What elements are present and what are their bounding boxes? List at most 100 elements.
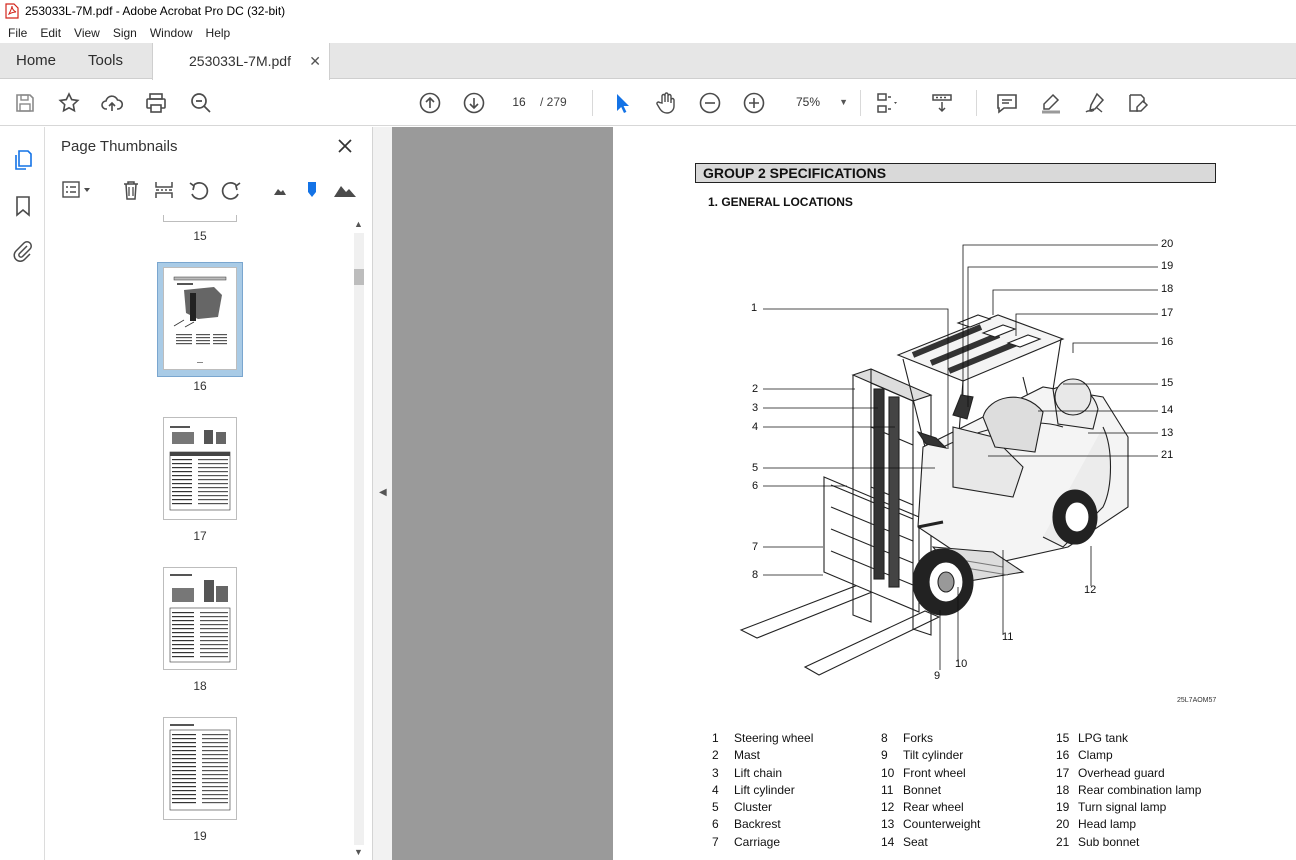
page-thumbnail[interactable]	[163, 267, 237, 370]
thumbnail-tools	[45, 171, 373, 207]
page-thumbnail[interactable]	[163, 717, 237, 820]
draw-sign-icon[interactable]	[1083, 91, 1107, 115]
legend-number: 6	[712, 817, 719, 832]
menu-help[interactable]: Help	[199, 26, 237, 40]
legend-label: Overhead guard	[1078, 765, 1165, 780]
page-thumbnail[interactable]	[163, 567, 237, 670]
callout-number: 8	[752, 569, 759, 581]
legend-label: Clamp	[1078, 748, 1113, 763]
thumbnail-options-icon[interactable]	[61, 179, 91, 201]
callout-number: 1	[751, 302, 758, 314]
page-fit-icon[interactable]	[875, 91, 899, 115]
select-cursor-icon[interactable]	[610, 91, 634, 115]
menu-bar: File Edit View Sign Window Help	[0, 22, 1296, 43]
tab-document-label: 253033L-7M.pdf	[189, 53, 291, 69]
menu-sign[interactable]: Sign	[106, 26, 143, 40]
rotate-right-icon[interactable]	[221, 179, 243, 201]
document-view[interactable]: GROUP 2 SPECIFICATIONS 1. GENERAL LOCATI…	[392, 127, 1296, 860]
rotate-left-icon[interactable]	[187, 179, 209, 201]
acrobat-window: 253033L-7M.pdf - Adobe Acrobat Pro DC (3…	[0, 0, 1296, 860]
callout-number: 19	[1161, 260, 1174, 272]
menu-window[interactable]: Window	[143, 26, 199, 40]
toolbar-divider	[860, 90, 861, 116]
legend-number: 15	[1056, 731, 1070, 745]
legend-label: Rear combination lamp	[1078, 782, 1202, 797]
legend-label: LPG tank	[1078, 731, 1129, 745]
thumbnail-page-number: 16	[193, 379, 207, 393]
legend-number: 14	[881, 834, 895, 849]
legend-number: 20	[1056, 817, 1070, 832]
close-tab-icon[interactable]: ✕	[309, 43, 321, 79]
legend-number: 3	[712, 765, 719, 780]
page-thumbnails-panel: Page Thumbnails 15 16 17 18 19 ▲ ▼	[45, 127, 373, 860]
legend-number: 21	[1056, 834, 1070, 849]
toolbar-divider	[592, 90, 593, 116]
tab-document[interactable]: 253033L-7M.pdf ✕	[152, 43, 330, 80]
legend-number: 11	[881, 782, 894, 797]
legend-label: Counterweight	[903, 817, 981, 832]
fill-and-sign-icon[interactable]	[1126, 91, 1150, 115]
thumbnail-page-number: 17	[193, 529, 207, 543]
callout-number: 14	[1161, 404, 1174, 416]
upload-cloud-icon[interactable]	[100, 91, 124, 115]
thumbnail-list: 15 16 17 18 19	[45, 215, 350, 860]
legend-number: 2	[712, 748, 719, 763]
callout-number: 10	[955, 658, 968, 670]
hand-tool-icon[interactable]	[654, 91, 678, 115]
save-icon[interactable]	[13, 91, 37, 115]
thumbnail-size-large-icon[interactable]	[333, 179, 356, 201]
page-thumbnails-icon[interactable]	[11, 148, 35, 172]
tab-home[interactable]: Home	[16, 43, 56, 79]
window-title: 253033L-7M.pdf - Adobe Acrobat Pro DC (3…	[25, 4, 286, 18]
callout-number: 16	[1161, 336, 1174, 348]
toolbar-divider	[976, 90, 977, 116]
comment-icon[interactable]	[995, 91, 1019, 115]
scroll-up-icon[interactable]: ▲	[354, 219, 363, 229]
zoom-in-icon[interactable]	[742, 91, 766, 115]
page-number-input[interactable]: 16	[503, 89, 535, 115]
legend-label: Head lamp	[1078, 817, 1137, 832]
bookmarks-icon[interactable]	[11, 194, 35, 218]
zoom-value: 75%	[796, 95, 821, 109]
legend-number: 10	[881, 765, 895, 780]
page-thumbnail[interactable]	[163, 215, 237, 222]
attachments-icon[interactable]	[11, 239, 35, 263]
scrollbar-track[interactable]	[354, 233, 364, 845]
scrollbar-thumb[interactable]	[354, 269, 364, 285]
insert-page-icon[interactable]	[153, 179, 175, 201]
legend-label: Turn signal lamp	[1078, 800, 1167, 815]
legend-label: Lift chain	[734, 765, 783, 780]
legend-label: Front wheel	[903, 765, 966, 780]
menu-edit[interactable]: Edit	[33, 26, 67, 40]
legend-label: Forks	[903, 731, 933, 745]
thumbnail-size-slider-icon[interactable]	[301, 179, 323, 201]
previous-page-icon[interactable]	[418, 91, 442, 115]
zoom-search-icon[interactable]	[189, 91, 213, 115]
tab-bar: Home Tools 253033L-7M.pdf ✕	[0, 43, 1296, 80]
callout-number: 4	[752, 421, 759, 433]
callout-number: 21	[1161, 449, 1174, 461]
delete-page-icon[interactable]	[120, 179, 142, 201]
zoom-out-icon[interactable]	[698, 91, 722, 115]
callout-number: 12	[1084, 584, 1097, 596]
scroll-mode-icon[interactable]	[930, 91, 954, 115]
scroll-down-icon[interactable]: ▼	[354, 847, 363, 857]
zoom-select[interactable]: 75% ▼	[784, 89, 854, 115]
callout-number: 3	[752, 402, 759, 414]
menu-file[interactable]: File	[1, 26, 33, 40]
bookmark-star-icon[interactable]	[57, 91, 81, 115]
callout-number: 15	[1161, 377, 1174, 389]
highlight-pen-icon[interactable]	[1039, 91, 1063, 115]
close-panel-icon[interactable]	[335, 136, 355, 156]
thumbnail-page-number: 19	[193, 829, 207, 843]
thumbnail-size-small-icon[interactable]	[269, 179, 291, 201]
print-icon[interactable]	[144, 91, 168, 115]
tab-tools[interactable]: Tools	[88, 43, 123, 79]
legend-label: Seat	[903, 834, 928, 849]
panel-splitter[interactable]: ◀	[373, 127, 392, 860]
thumbnail-scrollbar[interactable]: ▲ ▼	[350, 219, 368, 860]
next-page-icon[interactable]	[462, 91, 486, 115]
menu-view[interactable]: View	[67, 26, 106, 40]
page-thumbnail[interactable]	[163, 417, 237, 520]
collapse-panel-icon[interactable]: ◀	[379, 487, 387, 498]
